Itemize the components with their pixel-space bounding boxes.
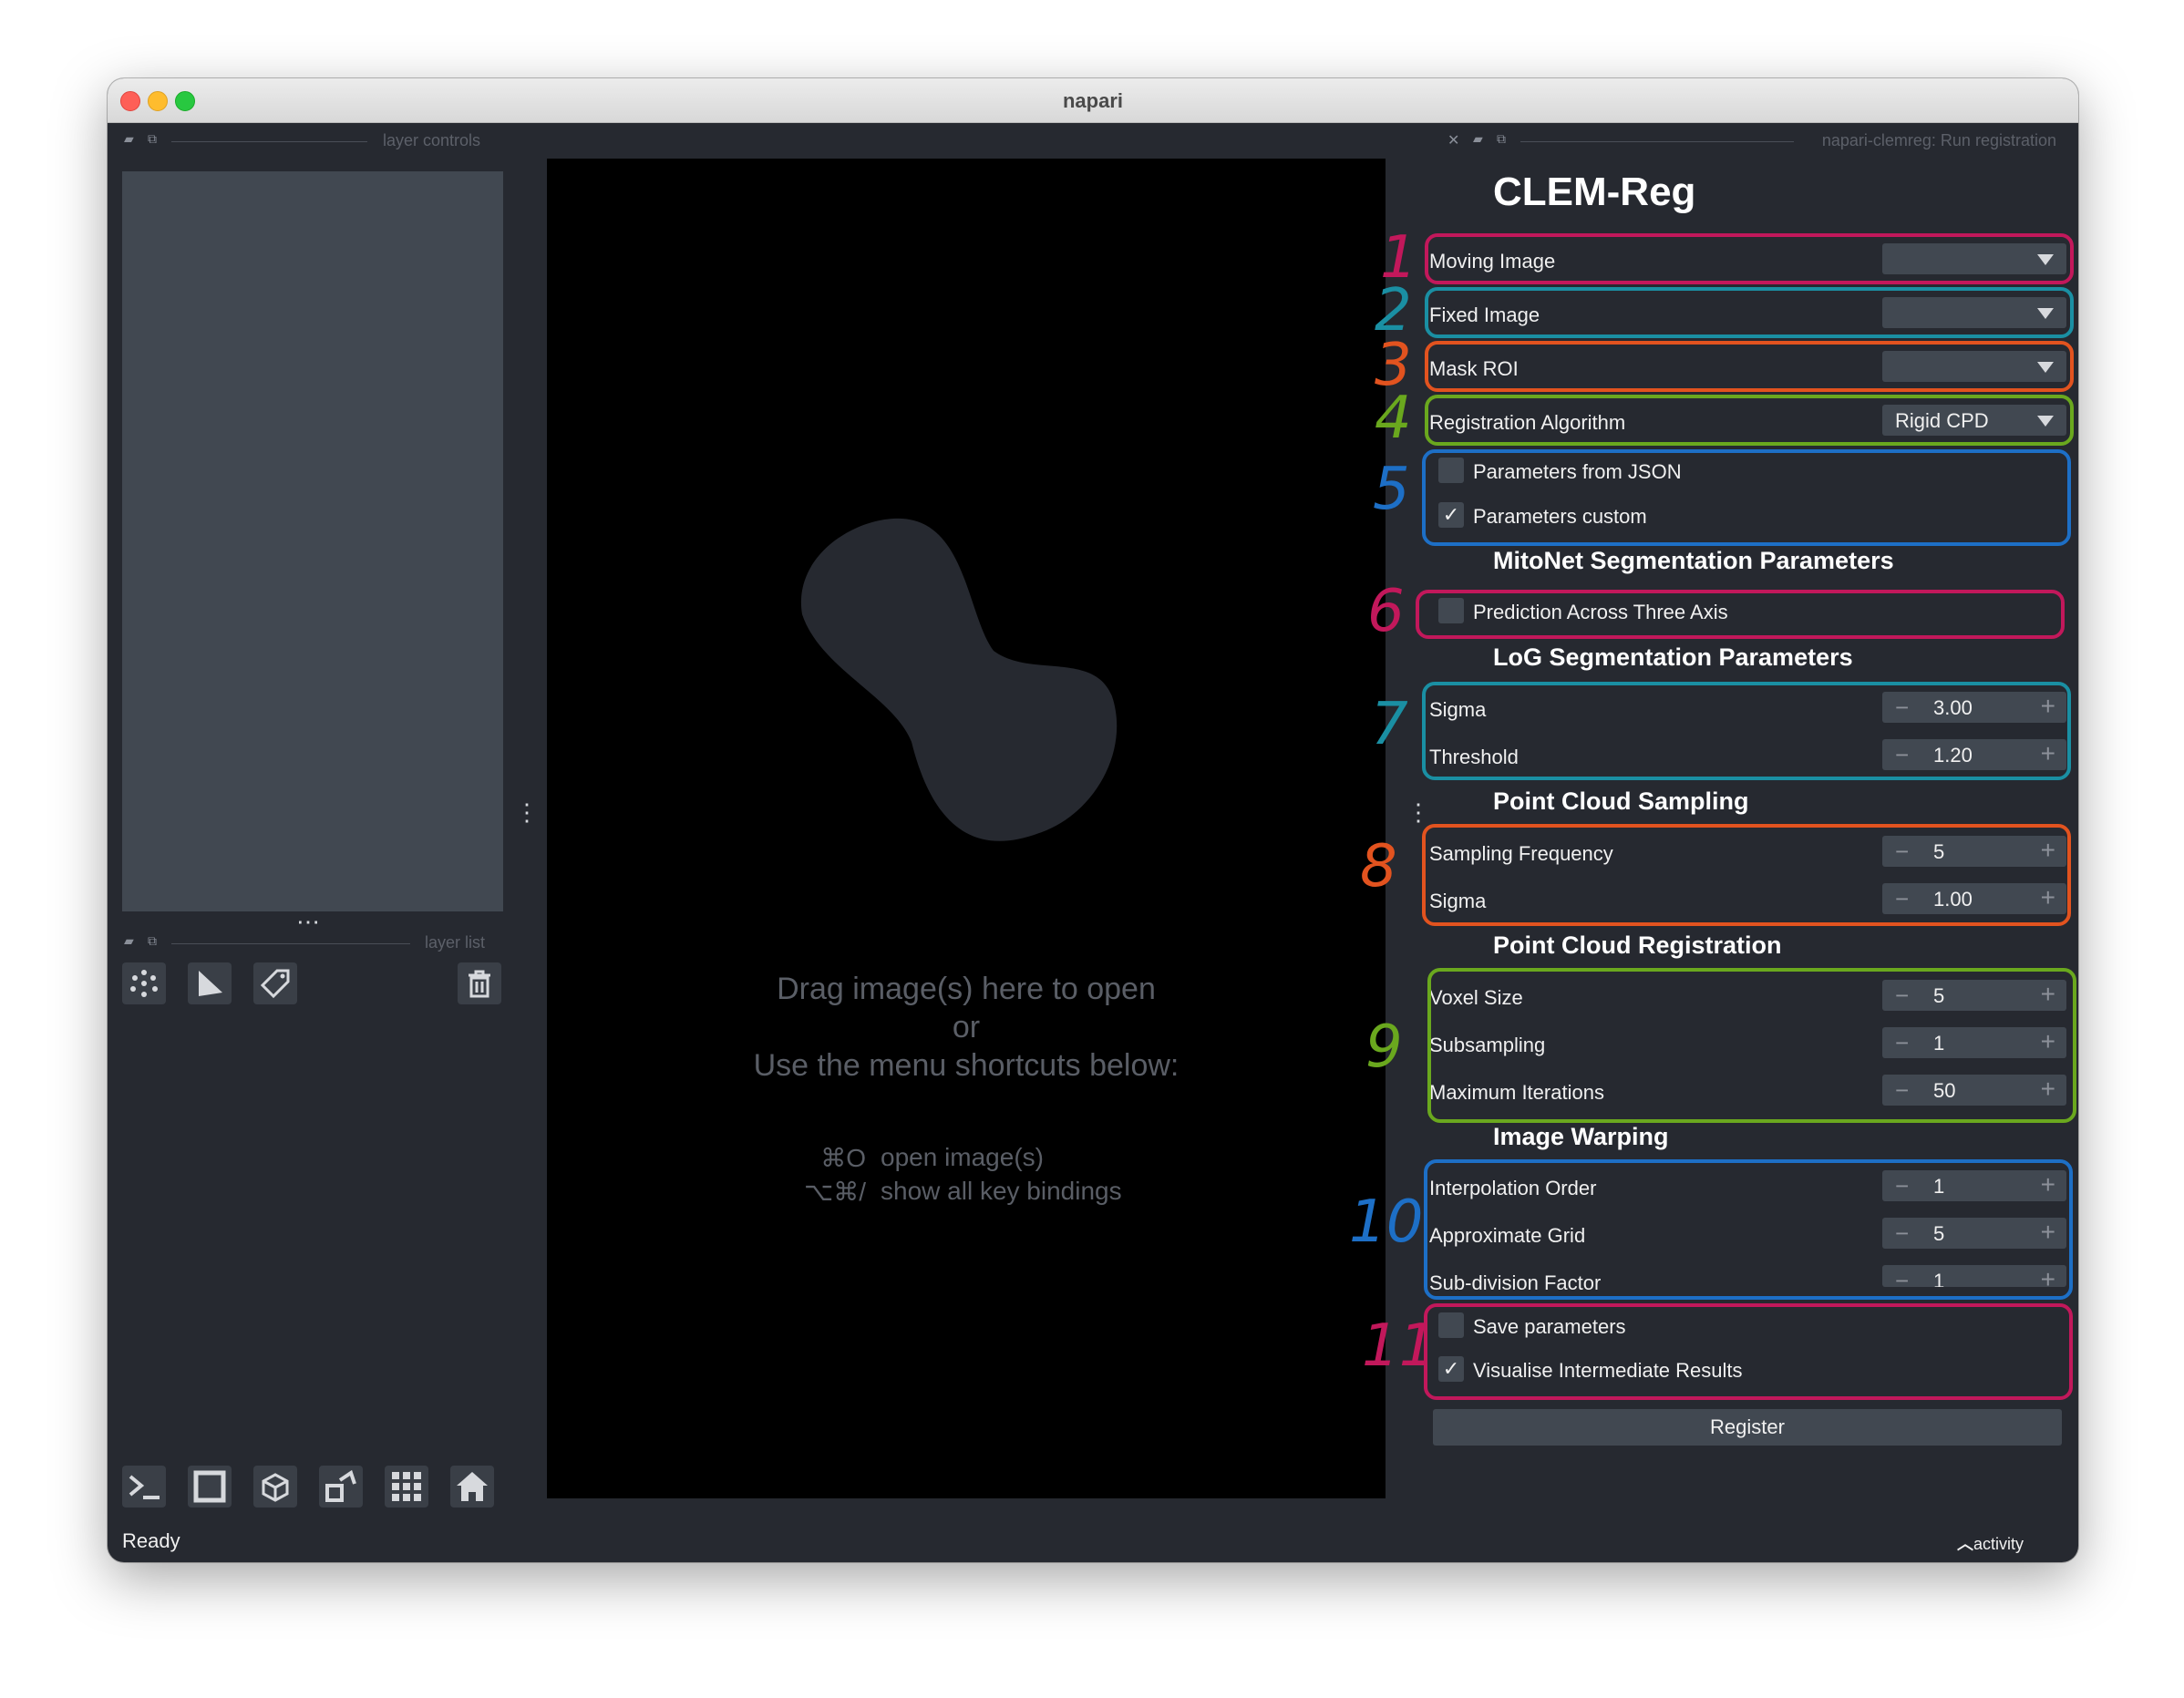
welcome-line-3: Use the menu shortcuts below: (753, 1048, 1180, 1083)
annotation-box-11 (1424, 1303, 2073, 1400)
layer-controls-area (122, 171, 503, 911)
annotation-number-9: 9 (1365, 1014, 1403, 1081)
delete-icon (469, 970, 490, 998)
annotation-box-9 (1427, 968, 2076, 1123)
shapes-icon (199, 971, 222, 996)
status-text: Ready (122, 1529, 180, 1552)
roll-icon (262, 1473, 289, 1502)
dock-resize-handle[interactable]: ⋮ (515, 800, 539, 824)
shortcut-key: ⌥⌘/ (803, 1178, 866, 1206)
activity-button[interactable]: ︿activity (1957, 1531, 2024, 1555)
title-bar: napari (108, 78, 2078, 123)
undock-icon[interactable]: ⧉ (148, 131, 157, 147)
new-shapes-layer-button[interactable] (188, 962, 232, 1004)
annotation-box-4 (1425, 395, 2074, 446)
annotation-number-8: 8 (1360, 833, 1397, 900)
delete-layer-button[interactable] (458, 962, 501, 1004)
annotation-number-11: 11 (1362, 1312, 1437, 1380)
register-button[interactable]: Register (1433, 1409, 2062, 1446)
transpose-icon (325, 1469, 356, 1502)
labels-icon (260, 969, 290, 999)
layer-list-header: ▰ ⧉ layer list (108, 931, 527, 955)
float-dock-icon[interactable]: ▰ (124, 933, 134, 949)
annotation-number-7: 7 (1371, 691, 1408, 758)
welcome-line-1: Drag image(s) here to open (777, 972, 1156, 1006)
plugin-dock-header: ✕ ▰ ⧉ napari-clemreg: Run registration (1429, 129, 2078, 153)
shortcut-row: ⌥⌘/ show all key bindings (547, 1177, 1386, 1209)
layer-controls-title: layer controls (383, 131, 481, 149)
log-section-title: LoG Segmentation Parameters (1493, 643, 1853, 671)
shortcut-row: ⌘O open image(s) (547, 1143, 1386, 1176)
annotation-box-10 (1424, 1159, 2073, 1300)
annotation-number-6: 6 (1367, 578, 1405, 645)
registration-section-title: Point Cloud Registration (1493, 931, 1782, 959)
layer-controls-header: ▰ ⧉ layer controls (108, 129, 527, 153)
layer-list-title: layer list (425, 933, 486, 952)
mitonet-section-title: MitoNet Segmentation Parameters (1493, 547, 1894, 574)
annotation-box-3 (1425, 341, 2074, 392)
reset-view-button[interactable] (450, 1466, 494, 1508)
plugin-dock-resize-handle[interactable]: ⋮ (1406, 800, 1430, 824)
annotation-box-6 (1416, 590, 2065, 639)
undock-icon[interactable]: ⧉ (148, 933, 157, 949)
shortcut-description: open image(s) (881, 1143, 1044, 1171)
close-dock-icon[interactable]: ✕ (1447, 131, 1459, 149)
home-icon (457, 1472, 488, 1501)
sampling-section-title: Point Cloud Sampling (1493, 787, 1749, 815)
annotation-box-5 (1422, 449, 2071, 546)
plugin-title: CLEM-Reg (1493, 170, 1696, 214)
chevron-up-icon: ︿ (1956, 1535, 1973, 1553)
roll-dimensions-button[interactable] (253, 1466, 297, 1508)
warping-section-title: Image Warping (1493, 1123, 1669, 1150)
grid-view-button[interactable] (385, 1466, 428, 1508)
toggle-ndisplay-button[interactable] (188, 1466, 232, 1508)
annotation-number-10: 10 (1349, 1189, 1424, 1256)
annotation-box-7 (1422, 682, 2071, 780)
transpose-dimensions-button[interactable] (319, 1466, 363, 1508)
new-labels-layer-button[interactable] (253, 962, 297, 1004)
float-dock-icon[interactable]: ▰ (124, 131, 134, 147)
annotation-box-2 (1425, 287, 2074, 338)
annotation-box-1 (1425, 233, 2074, 284)
points-icon (130, 970, 158, 997)
activity-label: activity (1973, 1535, 2024, 1553)
welcome-line-2: or (952, 1010, 981, 1045)
annotation-number-4: 4 (1375, 385, 1412, 452)
2d-3d-toggle-icon (193, 1470, 226, 1503)
window-title: napari (1062, 89, 1124, 112)
annotation-number-5: 5 (1373, 456, 1410, 523)
grid-icon (392, 1472, 421, 1501)
undock-icon[interactable]: ⧉ (1497, 131, 1506, 147)
float-dock-icon[interactable]: ▰ (1473, 131, 1483, 147)
console-icon (129, 1475, 160, 1499)
new-points-layer-button[interactable] (122, 962, 166, 1004)
shortcut-description: show all key bindings (881, 1177, 1122, 1205)
console-button[interactable] (122, 1466, 166, 1508)
napari-logo-icon (800, 518, 1118, 841)
viewer-canvas[interactable]: Drag image(s) here to open or Use the me… (547, 159, 1386, 1498)
plugin-dock-title: napari-clemreg: Run registration (1821, 131, 2056, 149)
shortcut-key: ⌘O (820, 1144, 866, 1172)
annotation-box-8 (1422, 824, 2071, 926)
